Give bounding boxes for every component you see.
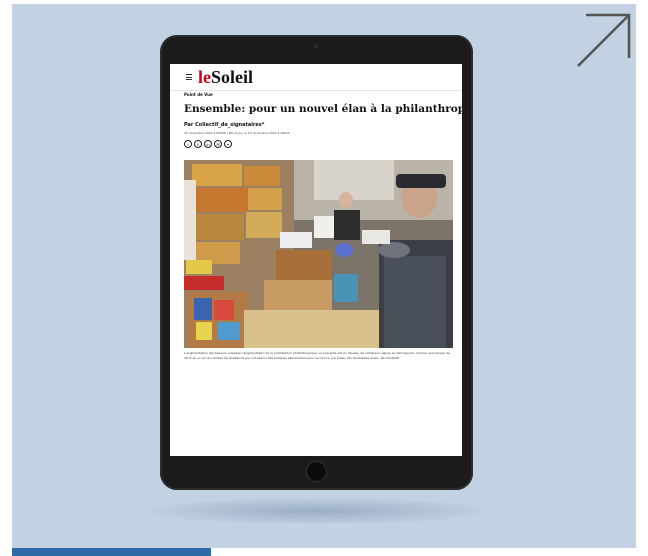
article-headline: Ensemble: pour un nouvel élan à la phila… (184, 103, 462, 115)
x-icon[interactable]: X (194, 140, 202, 148)
article-byline[interactable]: Par Collectif_de_signataires* (184, 122, 264, 128)
linkedin-icon[interactable]: in (204, 140, 212, 148)
site-logo[interactable]: leSoleil (198, 67, 253, 87)
article-dates: 15 novembre 2023 à 06h08 | Mis à jour le… (184, 131, 290, 135)
article-photo (184, 160, 453, 348)
logo-prefix: le (198, 67, 211, 87)
tablet-screen: leSoleil Point de Vue Ensemble: pour un … (170, 64, 462, 456)
home-button[interactable] (306, 461, 327, 482)
tablet-device: leSoleil Point de Vue Ensemble: pour un … (160, 35, 473, 490)
photo-caption: L’augmentation des besoins surpasse l’au… (184, 351, 450, 360)
logo-name: Soleil (211, 67, 254, 87)
facebook-icon[interactable]: f (184, 140, 192, 148)
email-icon[interactable]: ✉ (214, 140, 222, 148)
tablet-camera (314, 44, 319, 49)
section-label[interactable]: Point de Vue (184, 92, 213, 97)
link-icon[interactable]: ⚭ (224, 140, 232, 148)
accent-bar (12, 548, 211, 556)
hamburger-menu-icon[interactable] (186, 74, 192, 80)
arrow-up-right-icon[interactable] (572, 8, 636, 72)
device-shadow (152, 498, 482, 524)
share-bar: f X in ✉ ⚭ (184, 140, 232, 149)
site-header: leSoleil (170, 64, 462, 91)
